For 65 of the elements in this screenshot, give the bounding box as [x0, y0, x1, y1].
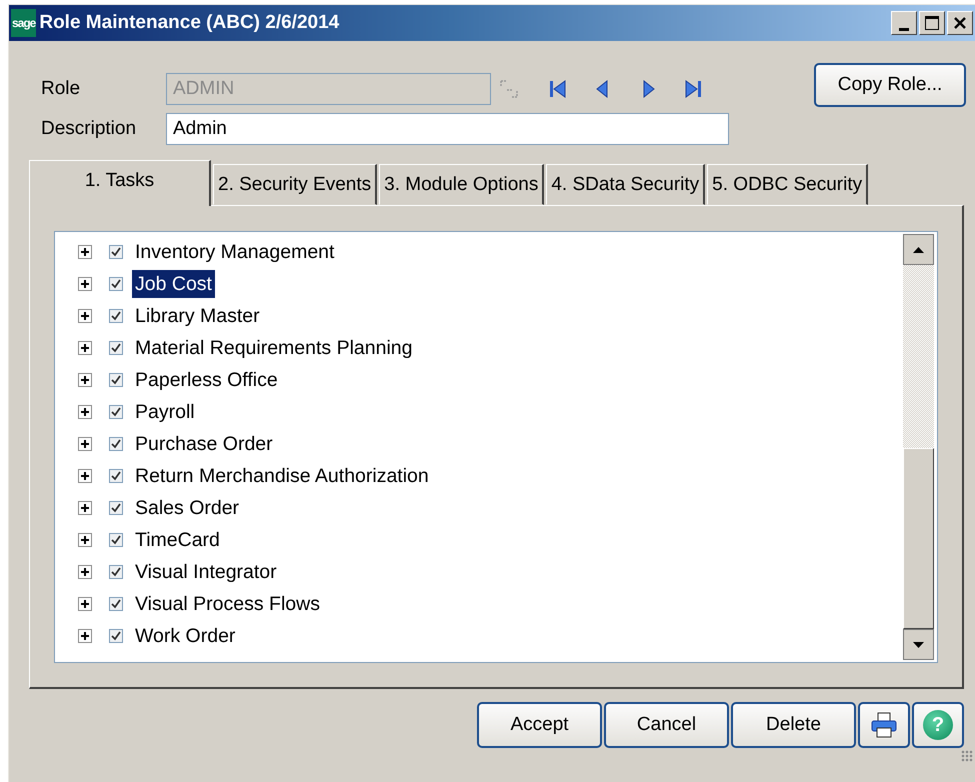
scroll-down-button[interactable]: [903, 629, 934, 660]
printer-icon: [870, 711, 898, 739]
tree-item[interactable]: Job Cost: [132, 270, 215, 298]
field-label: Role: [41, 78, 82, 100]
tab[interactable]: 3. Module Options: [379, 164, 544, 205]
close-button[interactable]: [947, 11, 973, 35]
tab[interactable]: 1. Tasks: [29, 160, 211, 206]
tree-item[interactable]: Sales Order: [132, 494, 242, 522]
expand-icon[interactable]: [78, 501, 92, 515]
tab[interactable]: 4. SData Security: [546, 164, 706, 205]
expand-icon[interactable]: [78, 469, 92, 483]
tree-item[interactable]: Return Merchandise Authorization: [132, 462, 432, 490]
checkbox[interactable]: [109, 277, 123, 291]
copy-role-button[interactable]: Copy Role...: [814, 63, 966, 107]
window-title: Role Maintenance (ABC) 2/6/2014: [39, 12, 340, 34]
action-button[interactable]: Delete: [731, 702, 856, 748]
tree-item[interactable]: Material Requirements Planning: [132, 334, 416, 362]
checkbox[interactable]: [109, 309, 123, 323]
tree-item[interactable]: TimeCard: [132, 526, 223, 554]
minimize-button[interactable]: [891, 11, 917, 35]
logo: sage: [11, 9, 36, 37]
tree-item[interactable]: Library Master: [132, 302, 263, 330]
expand-icon[interactable]: [78, 373, 92, 387]
tree-item[interactable]: Inventory Management: [132, 238, 338, 266]
expand-icon[interactable]: [78, 629, 92, 643]
maximize-button[interactable]: [919, 11, 945, 35]
checkbox[interactable]: [109, 469, 123, 483]
expand-icon[interactable]: [78, 405, 92, 419]
print-button[interactable]: [858, 702, 910, 748]
close-icon: [953, 16, 967, 30]
field-label: Description: [41, 118, 138, 140]
expand-icon[interactable]: [78, 565, 92, 579]
checkbox[interactable]: [109, 597, 123, 611]
expand-icon[interactable]: [78, 437, 92, 451]
tab[interactable]: 2. Security Events: [213, 164, 378, 205]
help-icon: ?: [923, 710, 953, 740]
checkbox[interactable]: [109, 565, 123, 579]
action-button[interactable]: Cancel: [604, 702, 729, 748]
checkbox[interactable]: [109, 501, 123, 515]
tree-item[interactable]: Paperless Office: [132, 366, 281, 394]
scroll-up-button[interactable]: [903, 234, 934, 265]
checkbox[interactable]: [109, 245, 123, 259]
checkbox[interactable]: [109, 533, 123, 547]
tab[interactable]: 5. ODBC Security: [707, 164, 868, 205]
tree-item[interactable]: Purchase Order: [132, 430, 276, 458]
checkbox[interactable]: [109, 405, 123, 419]
checkbox[interactable]: [109, 373, 123, 387]
expand-icon[interactable]: [78, 341, 92, 355]
description-field[interactable]: Admin: [166, 113, 729, 145]
tree-item[interactable]: Visual Process Flows: [132, 590, 323, 618]
resize-grip[interactable]: [961, 750, 973, 762]
checkbox[interactable]: [109, 437, 123, 451]
scrollbar[interactable]: [903, 234, 934, 660]
expand-icon[interactable]: [78, 245, 92, 259]
tree-item[interactable]: Visual Integrator: [132, 558, 280, 586]
tree-item[interactable]: Work Order: [132, 622, 238, 650]
expand-icon[interactable]: [78, 309, 92, 323]
action-button[interactable]: Accept: [477, 702, 602, 748]
scroll-thumb[interactable]: [903, 448, 934, 629]
expand-icon[interactable]: [78, 597, 92, 611]
expand-icon[interactable]: [78, 277, 92, 291]
tree-item[interactable]: Payroll: [132, 398, 198, 426]
checkbox[interactable]: [109, 629, 123, 643]
expand-icon[interactable]: [78, 533, 92, 547]
checkbox[interactable]: [109, 341, 123, 355]
